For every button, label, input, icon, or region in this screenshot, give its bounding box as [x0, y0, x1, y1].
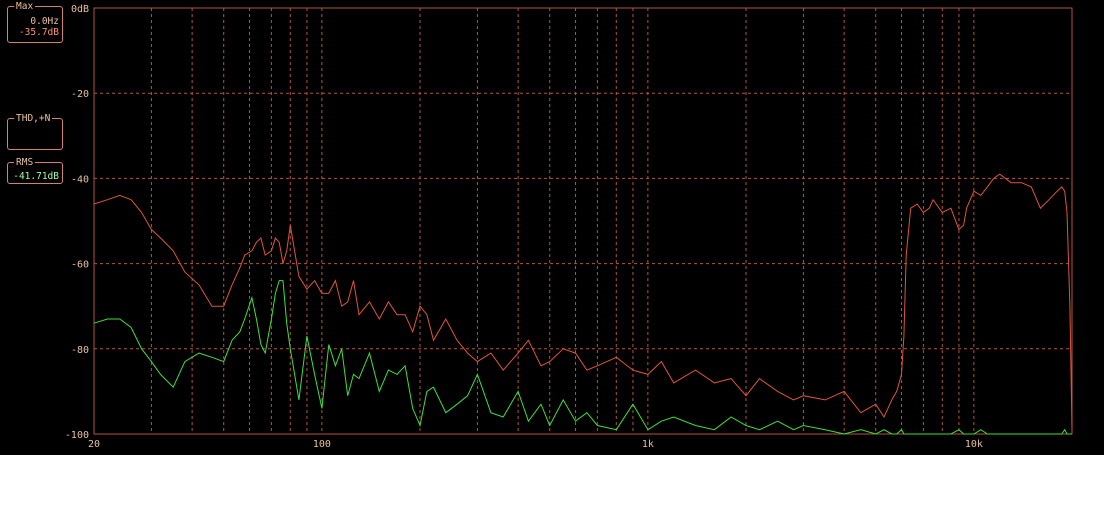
y-tick-label: 0dB [71, 4, 89, 15]
thd-readout-box: THD,+N [7, 113, 63, 150]
thd-readout-label: THD,+N [14, 113, 53, 124]
max-level-value: -35.7dB [18, 27, 59, 38]
max-frequency-value: 0.0Hz [30, 16, 59, 27]
y-tick-label: -100 [65, 430, 89, 441]
spectrum-chart: 0dB -20 -40 -60 -80 -10020 100 1k 10k [65, 4, 1073, 450]
plot-frame [93, 7, 1073, 435]
rms-readout-label: RMS [14, 157, 36, 168]
y-tick-label: -80 [71, 345, 89, 356]
series-line-red [93, 173, 1073, 430]
x-tick-label: 1k [642, 439, 654, 450]
rms-level-value: -41.71dB [13, 171, 59, 182]
y-tick-label: -60 [71, 260, 89, 271]
spectrum-analyzer-panel: 0dB -20 -40 -60 -80 -100 20 100 1k 10k Max 0.0Hz … [0, 0, 1104, 455]
y-tick-label: -40 [71, 174, 89, 185]
series-line-green [93, 280, 1072, 435]
x-tick-label: 100 [313, 439, 331, 450]
rms-readout-box: RMS -41.71dB [7, 157, 63, 184]
y-tick-label: -20 [71, 89, 89, 100]
max-readout-box: Max 0.0Hz -35.7dB [7, 1, 63, 43]
x-tick-label: 10k [965, 439, 983, 450]
max-readout-label: Max [14, 1, 36, 12]
x-tick-label: 20 [88, 439, 100, 450]
